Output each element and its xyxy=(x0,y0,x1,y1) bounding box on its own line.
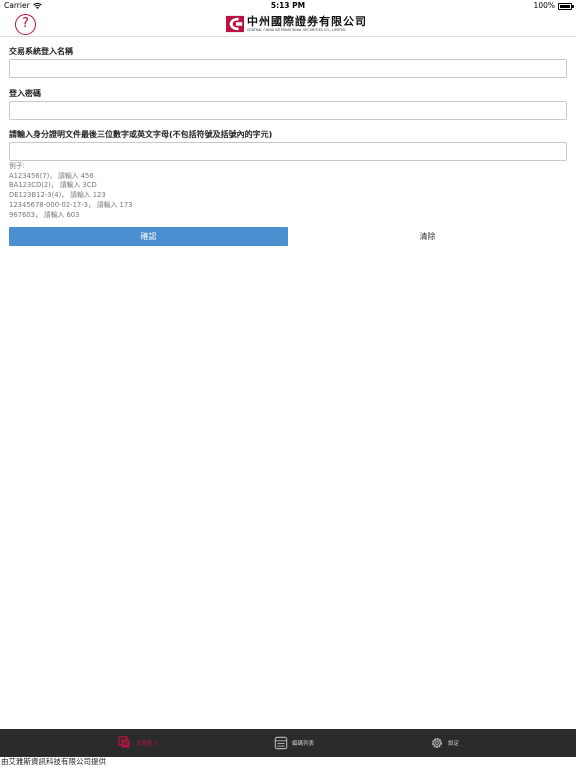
id-digits-input[interactable] xyxy=(9,142,567,161)
username-input[interactable] xyxy=(9,59,567,78)
id-digits-label: 請輸入身分證明文件最後三位數字或英文字母(不包括符號及括號內的字元) xyxy=(9,130,273,139)
confirm-button[interactable]: 確認 xyxy=(9,227,288,246)
examples-title: 例子: xyxy=(9,162,25,170)
tab-settings[interactable]: 設定 xyxy=(430,729,459,757)
help-button[interactable]: ? xyxy=(15,14,36,35)
battery-percent: 100% xyxy=(533,1,555,10)
example-line: DE123B12-3(4)， 請輸入 123 xyxy=(9,191,106,200)
clear-button[interactable]: 清除 xyxy=(288,227,567,246)
password-label: 登入密碼 xyxy=(9,89,41,98)
example-line: 12345678-000-02-17-3， 請輸入 173 xyxy=(9,200,133,209)
tab-bar: 交易登入 編碼列表 設定 xyxy=(0,729,576,757)
tab-code-list[interactable]: 編碼列表 xyxy=(274,729,314,757)
brand-mark-icon xyxy=(226,15,244,33)
nav-bar: ? 中州國際證券有限公司 CENTRAL CHINA INTERNATIONAL… xyxy=(0,12,576,37)
status-time: 5:13 PM xyxy=(270,1,306,10)
status-bar: Carrier 5:13 PM 100% xyxy=(0,0,576,12)
trade-login-icon xyxy=(118,736,130,748)
tab-label: 編碼列表 xyxy=(292,741,315,747)
example-line: 967603， 請輸入 603 xyxy=(9,210,80,219)
example-line: A123456(7)， 請輸入 456 xyxy=(9,171,94,180)
brand-logo: 中州國際證券有限公司 CENTRAL CHINA INTERNATIONAL S… xyxy=(226,13,367,35)
footer-note: 由艾雅斯資訊科技有限公司提供 xyxy=(1,757,106,766)
status-right: 100% xyxy=(533,0,574,12)
tab-label: 設定 xyxy=(448,741,460,747)
username-label: 交易系統登入名稱 xyxy=(9,47,73,56)
settings-gear-icon xyxy=(432,738,442,748)
password-input[interactable] xyxy=(9,101,567,120)
examples-block: 例子: A123456(7)， 請輸入 456 BA123CD(2)， 請輸入 … xyxy=(9,162,132,220)
brand-text: 中州國際證券有限公司 CENTRAL CHINA INTERNATIONAL S… xyxy=(247,14,367,33)
brand-name: 中州國際證券有限公司 xyxy=(247,14,367,28)
brand-english-name: CENTRAL CHINA INTERNATIONAL SECURITIES C… xyxy=(247,27,346,32)
example-line: BA123CD(2)， 請輸入 3CD xyxy=(9,181,97,190)
help-icon: ? xyxy=(22,16,29,31)
tab-label: 交易登入 xyxy=(136,741,159,747)
battery-icon xyxy=(558,2,574,10)
tab-trade-login[interactable]: 交易登入 xyxy=(118,729,158,757)
code-list-icon xyxy=(274,736,288,750)
